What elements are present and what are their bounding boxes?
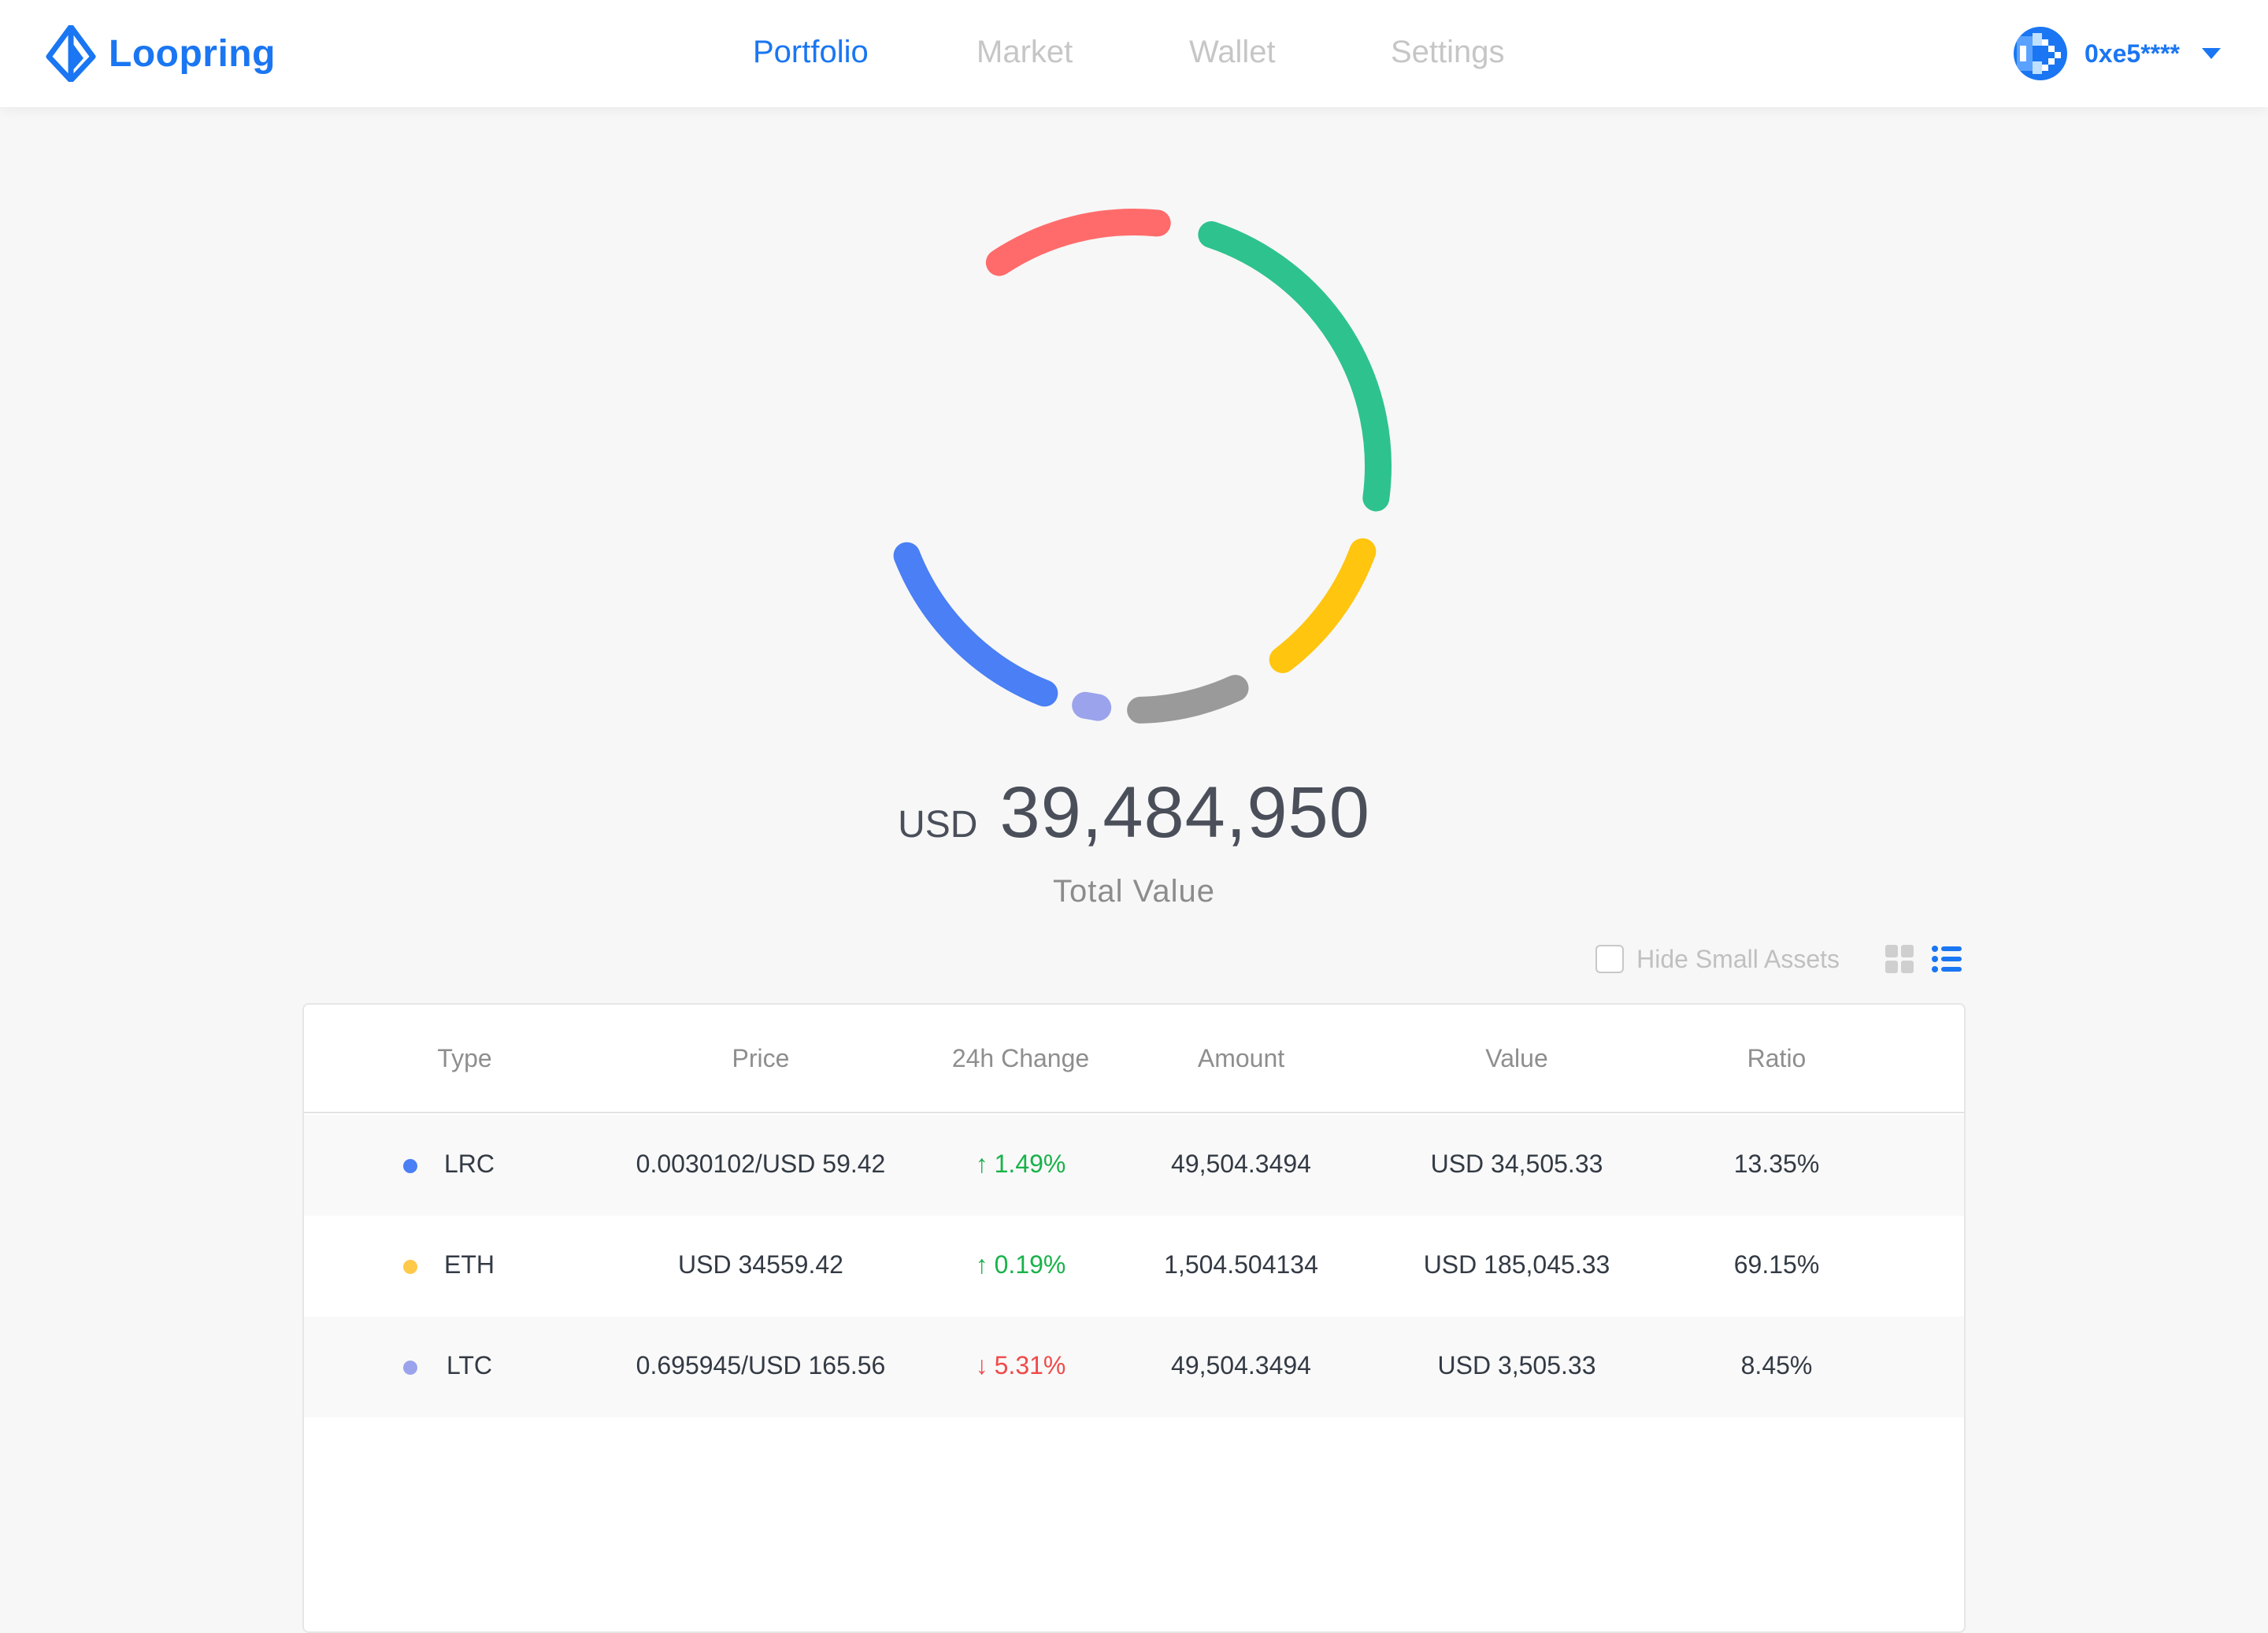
total-currency: USD — [898, 804, 978, 846]
asset-amount: 1,504.504134 — [1164, 1250, 1318, 1279]
asset-value: USD 34,505.33 — [1430, 1150, 1603, 1178]
asset-color-dot — [403, 1361, 417, 1375]
arrow-up-icon: ↑ — [975, 1250, 988, 1279]
donut-segment-2[interactable] — [1269, 538, 1377, 673]
asset-type: LTC — [446, 1351, 493, 1379]
asset-change: ↑ 1.49% — [926, 1150, 1115, 1179]
table-row[interactable]: ETH USD 34559.42 ↑ 0.19% 1,504.504134 USD… — [304, 1216, 1964, 1316]
asset-price: 0.0030102/USD 59.42 — [636, 1150, 886, 1178]
asset-change-value: 0.19% — [994, 1250, 1066, 1279]
hide-small-assets-label[interactable]: Hide Small Assets — [1636, 945, 1840, 974]
asset-amount: 49,504.3494 — [1171, 1351, 1311, 1379]
asset-price: USD 34559.42 — [678, 1250, 843, 1279]
asset-ratio: 8.45% — [1740, 1351, 1813, 1379]
total-value: USD 39,484,950 — [0, 772, 2268, 854]
asset-color-dot — [403, 1260, 417, 1274]
total-amount: 39,484,950 — [999, 772, 1370, 853]
table-row[interactable]: LRC 0.0030102/USD 59.42 ↑ 1.49% 49,504.34… — [304, 1115, 1964, 1216]
asset-value: USD 3,505.33 — [1437, 1351, 1596, 1379]
donut-segment-4[interactable] — [1072, 691, 1112, 721]
donut-segment-1[interactable] — [1198, 221, 1392, 512]
asset-type: LRC — [443, 1150, 495, 1178]
table-controls: Hide Small Assets — [1595, 937, 1962, 981]
nav-item-market[interactable]: Market — [976, 35, 1073, 70]
asset-type: ETH — [444, 1250, 495, 1279]
assets-table: Type Price 24h Change Amount Value Ratio… — [302, 1003, 1966, 1633]
nav-item-wallet[interactable]: Wallet — [1189, 35, 1276, 70]
account-menu[interactable]: 0xe5**** — [2014, 24, 2221, 83]
list-view-icon[interactable] — [1931, 943, 1962, 975]
table-row[interactable]: LTC 0.695945/USD 165.56 ↓ 5.31% 49,504.34… — [304, 1316, 1964, 1417]
arrow-down-icon: ↓ — [975, 1351, 988, 1379]
column-header-24h-change[interactable]: 24h Change — [926, 1044, 1115, 1073]
grid-view-icon[interactable] — [1884, 943, 1915, 975]
asset-color-dot — [403, 1159, 417, 1173]
column-header-amount[interactable]: Amount — [1139, 1044, 1343, 1073]
asset-change: ↓ 5.31% — [926, 1351, 1115, 1380]
asset-change: ↑ 0.19% — [926, 1250, 1115, 1279]
main-nav: Portfolio Market Wallet Settings — [0, 0, 2268, 107]
nav-item-portfolio[interactable]: Portfolio — [753, 35, 869, 70]
asset-change-value: 1.49% — [994, 1150, 1066, 1178]
account-address: 0xe5**** — [2085, 39, 2180, 68]
pixel-avatar-icon — [2014, 27, 2067, 80]
asset-amount: 49,504.3494 — [1171, 1150, 1311, 1178]
chevron-down-icon — [2202, 48, 2221, 59]
asset-value: USD 185,045.33 — [1423, 1250, 1610, 1279]
asset-price: 0.695945/USD 165.56 — [636, 1351, 886, 1379]
column-header-type[interactable]: Type — [433, 1044, 496, 1073]
column-header-price[interactable]: Price — [603, 1044, 918, 1073]
portfolio-donut-chart — [893, 209, 1392, 724]
column-header-ratio[interactable]: Ratio — [1706, 1044, 1847, 1073]
nav-item-settings[interactable]: Settings — [1391, 35, 1505, 70]
donut-segment-3[interactable] — [1127, 675, 1249, 724]
asset-ratio: 69.15% — [1733, 1250, 1820, 1279]
hide-small-assets-checkbox[interactable] — [1595, 945, 1625, 973]
total-label: Total Value — [1053, 874, 1215, 909]
table-header: Type Price 24h Change Amount Value Ratio — [304, 1005, 1964, 1113]
top-header: Loopring Portfolio Market Wallet Setting… — [0, 0, 2268, 107]
donut-segment-5[interactable] — [893, 542, 1058, 707]
arrow-up-icon: ↑ — [975, 1150, 988, 1178]
asset-ratio: 13.35% — [1733, 1150, 1820, 1178]
donut-segment-0[interactable] — [985, 209, 1171, 276]
column-header-value[interactable]: Value — [1391, 1044, 1643, 1073]
asset-change-value: 5.31% — [994, 1351, 1066, 1379]
